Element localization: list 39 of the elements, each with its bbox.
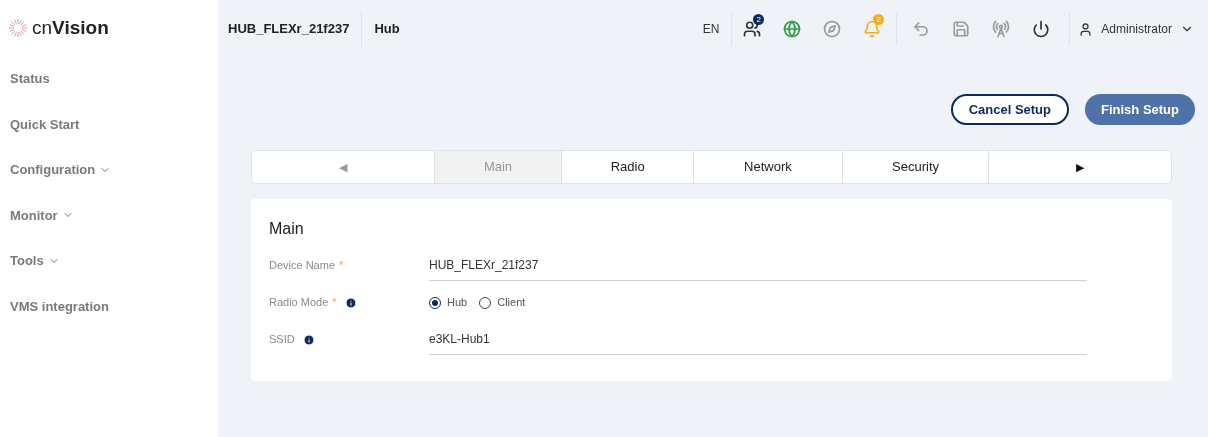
- tab[interactable]: Security: [842, 151, 990, 183]
- text-field[interactable]: HUB_FLEXr_21f237: [429, 250, 1087, 281]
- radio-option[interactable]: Hub: [429, 294, 468, 311]
- power-icon[interactable]: [1032, 20, 1051, 38]
- logo-icon: [8, 18, 28, 38]
- device-mode: Hub: [373, 20, 400, 39]
- sidebar-item[interactable]: VMS integration: [0, 283, 218, 329]
- count-badge: 2: [873, 14, 885, 25]
- save-icon[interactable]: [952, 20, 971, 38]
- globe-icon[interactable]: [783, 20, 802, 38]
- field-label: SSID: [269, 332, 295, 348]
- sidebar-item[interactable]: Quick Start: [0, 101, 218, 147]
- radio-option[interactable]: Client: [479, 294, 526, 311]
- sidebar-item[interactable]: Tools: [0, 238, 218, 284]
- section-title: Main: [269, 219, 305, 239]
- user-menu[interactable]: Administrator: [1078, 20, 1194, 38]
- cancel-button[interactable]: Cancel Setup: [950, 94, 1069, 125]
- tower-icon[interactable]: [992, 20, 1011, 38]
- language-button[interactable]: EN: [702, 12, 733, 46]
- tab[interactable]: Radio: [562, 151, 695, 183]
- bell-icon[interactable]: [863, 20, 882, 38]
- field-label: Radio Mode: [269, 295, 329, 311]
- required-mark: *: [339, 258, 344, 274]
- user-icon: [1078, 21, 1094, 37]
- required-mark: *: [332, 295, 337, 311]
- text-field[interactable]: e3KL-Hub1: [429, 324, 1087, 355]
- finish-button[interactable]: Finish Setup: [1085, 94, 1195, 125]
- count-badge: 2: [753, 14, 765, 25]
- next-button[interactable]: ▶: [989, 151, 1171, 183]
- field-label: Device Name: [269, 258, 336, 274]
- logo-text: cnVision: [32, 15, 109, 40]
- sidebar-item[interactable]: Status: [0, 56, 218, 102]
- sidebar-item[interactable]: Configuration: [0, 147, 218, 193]
- users-icon[interactable]: [743, 20, 762, 38]
- undo-icon[interactable]: [912, 20, 931, 38]
- tab[interactable]: Network: [694, 151, 843, 183]
- device-name: HUB_FLEXr_21f237: [228, 11, 363, 47]
- sidebar-item[interactable]: Monitor: [0, 192, 218, 238]
- compass-icon[interactable]: [823, 20, 842, 38]
